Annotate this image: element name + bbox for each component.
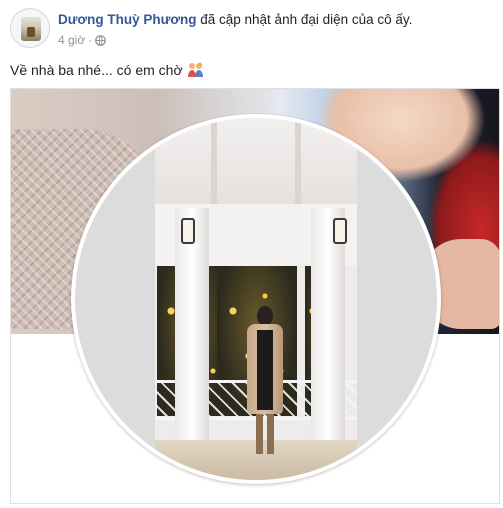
post-action-text: đã cập nhật ảnh đại diện của cô ấy. [200,12,413,27]
post-header: Dương Thuỳ Phương đã cập nhật ảnh đại di… [10,8,500,52]
couple-emoji-icon [187,62,205,78]
globe-icon[interactable] [95,34,107,46]
post-caption: Về nhà ba nhé... có em chờ [10,62,205,78]
post-header-line: Dương Thuỳ Phương đã cập nhật ảnh đại di… [58,12,412,27]
person-head [257,306,273,326]
lantern-left-icon [181,218,195,244]
profile-photo-scene [155,118,357,480]
caption-text: Về nhà ba nhé... có em chờ [10,62,183,78]
pillar-left [175,208,209,448]
ceiling-beam [295,118,301,208]
ceiling-beam [211,118,217,208]
person-legs [256,414,274,454]
person-figure [243,306,287,456]
meta-separator: · [88,33,93,47]
author-name-link[interactable]: Dương Thuỳ Phương [58,12,196,27]
lantern-right-icon [333,218,347,244]
profile-update-card[interactable] [10,88,500,504]
post-meta: 4 giờ · [58,33,107,47]
post-timestamp-link[interactable]: 4 giờ [58,33,85,47]
author-avatar[interactable] [10,8,50,48]
pillar-right [311,208,345,448]
person-dress [257,330,273,410]
ceiling [155,118,357,208]
profile-photo[interactable] [75,118,437,480]
avatar-image [21,17,41,41]
